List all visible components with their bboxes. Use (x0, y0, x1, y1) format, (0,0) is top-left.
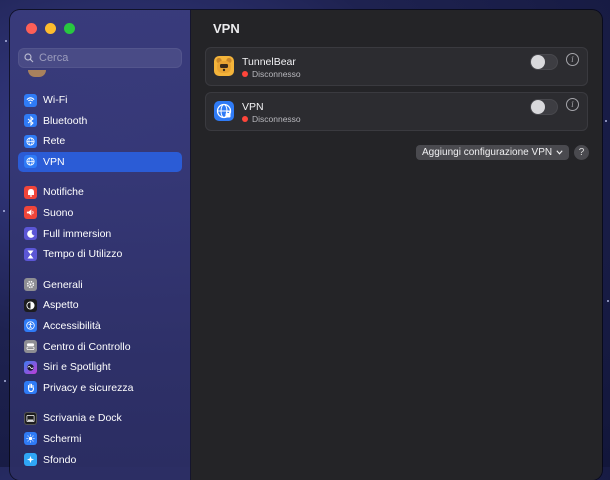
moon-icon (24, 227, 37, 241)
star (4, 380, 6, 382)
vpn-toggle-tunnelbear[interactable] (530, 54, 558, 70)
vpn-globe-icon (24, 155, 37, 169)
sidebar-item-vpn[interactable]: VPN (18, 151, 182, 172)
display-sun-icon (24, 432, 37, 446)
vpn-row-vpn: VPN Disconnesso i (205, 92, 588, 131)
bluetooth-icon (24, 114, 37, 128)
network-globe-icon (24, 134, 37, 148)
chevron-down-icon (556, 150, 563, 155)
wifi-icon (24, 93, 37, 107)
sidebar-item-centro-di-controllo[interactable]: Centro di Controllo (18, 337, 182, 357)
page-title: VPN (213, 21, 240, 36)
info-icon[interactable]: i (566, 98, 579, 111)
vpn-name: TunnelBear (242, 56, 296, 68)
sidebar-item-wifi[interactable]: Wi-Fi (18, 90, 182, 110)
help-button[interactable]: ? (574, 145, 589, 160)
sidebar-list: Wi-Fi Bluetooth Rete VPN Notifiche Suono… (18, 90, 182, 470)
vpn-status: Disconnesso (242, 69, 301, 79)
gear-icon (24, 278, 37, 292)
search-icon (24, 53, 34, 63)
vpn-status: Disconnesso (242, 114, 301, 124)
toggle-knob (531, 100, 545, 114)
add-vpn-configuration-button[interactable]: Aggiungi configurazione VPN (416, 145, 570, 160)
sidebar-item-label: Aspetto (43, 299, 79, 312)
minimize-window-button[interactable] (45, 23, 56, 34)
star (3, 210, 5, 212)
toggle-knob (531, 55, 545, 69)
status-dot-icon (242, 71, 248, 77)
sidebar-item-suono[interactable]: Suono (18, 203, 182, 223)
main-pane: VPN TunnelBear Disconnesso i VPN Disconn… (191, 10, 602, 480)
sidebar-item-siri-e-spotlight[interactable]: Siri e Spotlight (18, 357, 182, 377)
star (607, 300, 609, 302)
accessibility-icon (24, 319, 37, 333)
sidebar-item-generali[interactable]: Generali (18, 275, 182, 295)
sidebar-separator (18, 265, 182, 275)
window-controls (26, 23, 75, 34)
sidebar-item-label: Siri e Spotlight (43, 361, 111, 374)
sidebar-separator (18, 172, 182, 182)
sidebar-separator (18, 398, 182, 408)
star (5, 40, 7, 42)
sidebar-item-bluetooth[interactable]: Bluetooth (18, 111, 182, 131)
star (605, 120, 607, 122)
speaker-icon (24, 206, 37, 220)
sidebar-item-label: Accessibilità (43, 319, 101, 332)
vpn-globe-icon (214, 101, 234, 121)
zoom-window-button[interactable] (64, 23, 75, 34)
control-center-icon (24, 340, 37, 354)
search-field[interactable] (18, 48, 182, 68)
sidebar-item-label: Full immersion (43, 227, 112, 240)
sidebar-item-label: Tempo di Utilizzo (43, 248, 123, 261)
status-dot-icon (242, 116, 248, 122)
sidebar-item-schermi[interactable]: Schermi (18, 429, 182, 449)
sidebar-item-tempo-di-utilizzo[interactable]: Tempo di Utilizzo (18, 244, 182, 264)
tunnelbear-icon (214, 56, 234, 76)
sidebar-item-label: Schermi (43, 432, 82, 445)
info-icon[interactable]: i (566, 53, 579, 66)
bell-icon (24, 185, 37, 199)
sidebar-item-accessibilita[interactable]: Accessibilità (18, 316, 182, 336)
search-input[interactable] (39, 52, 169, 64)
sidebar-item-label: Wi-Fi (43, 94, 68, 106)
sidebar-item-label: Rete (43, 135, 66, 148)
sidebar-item-privacy-e-sicurezza[interactable]: Privacy e sicurezza (18, 378, 182, 398)
vpn-toggle-vpn[interactable] (530, 99, 558, 115)
sidebar-item-rete[interactable]: Rete (18, 131, 182, 151)
sidebar-item-aspetto[interactable]: Aspetto (18, 295, 182, 315)
hand-icon (24, 381, 37, 395)
hourglass-icon (24, 247, 37, 261)
vpn-status-text: Disconnesso (252, 69, 301, 79)
sidebar-item-label: Bluetooth (43, 114, 88, 127)
add-vpn-configuration-label: Aggiungi configurazione VPN (422, 147, 553, 158)
dock-icon (24, 411, 37, 425)
wallpaper-icon (24, 453, 37, 466)
sidebar-item-label: Sfondo (43, 453, 77, 466)
vpn-name: VPN (242, 101, 264, 113)
vpn-row-tunnelbear: TunnelBear Disconnesso i (205, 47, 588, 86)
sidebar-item-full-immersion[interactable]: Full immersion (18, 224, 182, 244)
sidebar-item-label: VPN (43, 155, 65, 168)
sidebar-item-label: Suono (43, 206, 74, 219)
sidebar-item-notifiche[interactable]: Notifiche (18, 182, 182, 202)
appearance-icon (24, 298, 37, 312)
sidebar: Wi-Fi Bluetooth Rete VPN (10, 10, 191, 480)
vpn-status-text: Disconnesso (252, 114, 301, 124)
system-settings-window: Wi-Fi Bluetooth Rete VPN (10, 10, 602, 480)
sidebar-item-scrivania-e-dock[interactable]: Scrivania e Dock (18, 408, 182, 428)
avatar[interactable] (28, 70, 46, 77)
sidebar-item-label: Notifiche (43, 186, 84, 199)
sidebar-item-label: Centro di Controllo (43, 340, 131, 353)
sidebar-item-label: Generali (43, 278, 83, 291)
sidebar-item-label: Scrivania e Dock (43, 412, 122, 425)
siri-icon (24, 360, 37, 374)
close-window-button[interactable] (26, 23, 37, 34)
sidebar-item-label: Privacy e sicurezza (43, 381, 134, 394)
